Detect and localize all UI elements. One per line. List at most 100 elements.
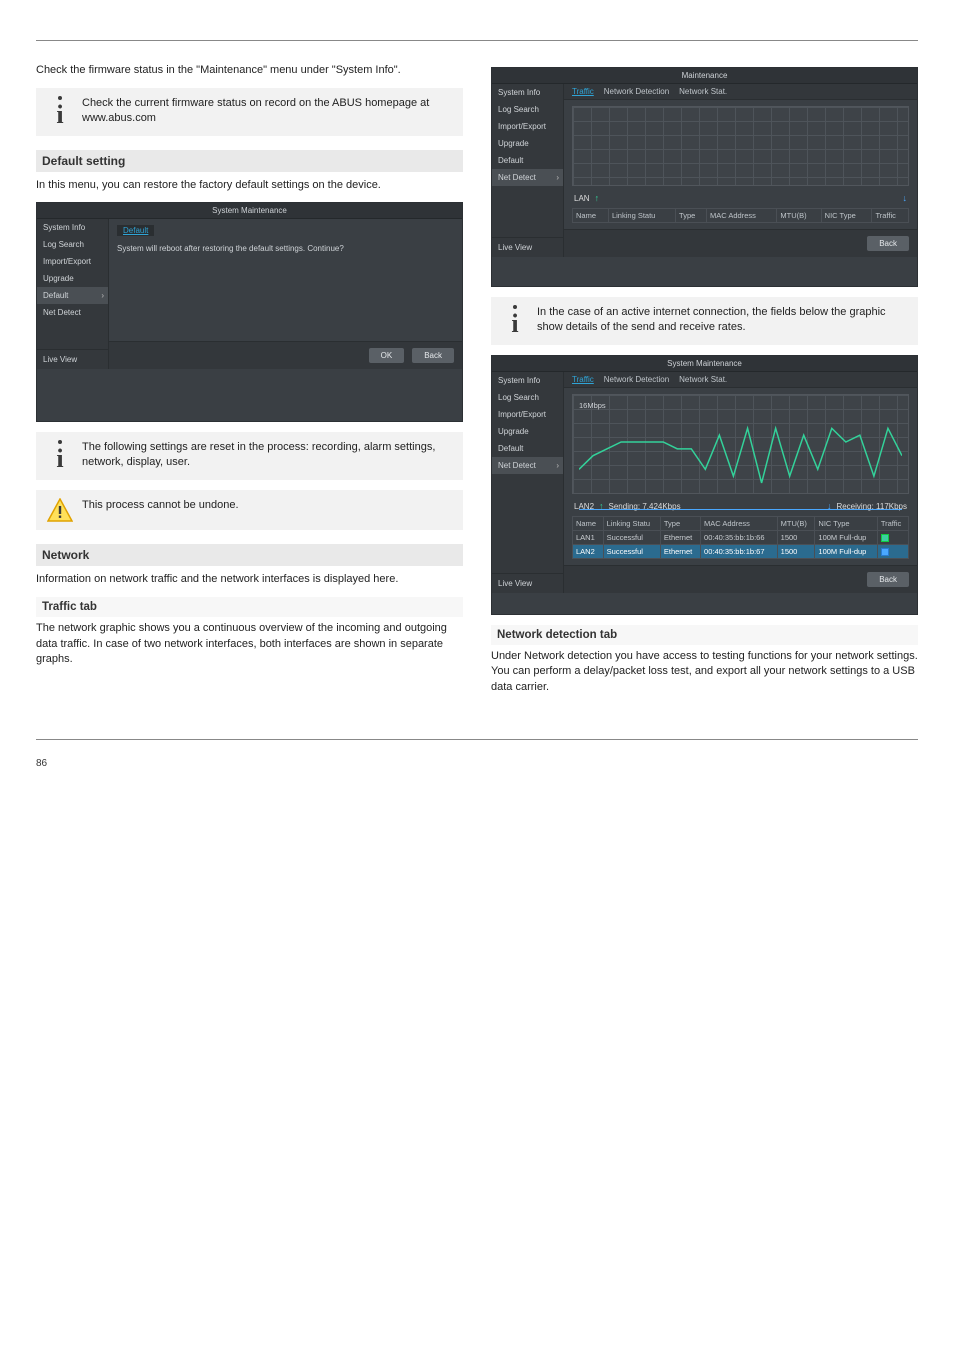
table-row: LAN1 Successful Ethernet 00:40:35:bb:1b:…: [573, 531, 909, 545]
td: LAN2: [573, 545, 604, 559]
sim-back-button: Back: [867, 572, 909, 587]
sim-tabs: Traffic Network Detection Network Stat.: [564, 84, 917, 100]
sidebar-item: Import/Export: [37, 253, 108, 270]
th: NIC Type: [821, 209, 872, 223]
screenshot-traffic-empty: Maintenance System Info Log Search Impor…: [491, 67, 918, 287]
y-axis-label: 16Mbps: [579, 401, 606, 410]
legend-lan-label: LAN: [574, 194, 590, 203]
traffic-chart-empty: [572, 106, 909, 186]
sidebar-item: Upgrade: [492, 135, 563, 152]
sim-confirm-text: System will reboot after restoring the d…: [117, 244, 454, 253]
sidebar-item-active: Net Detect: [492, 169, 563, 186]
legend-sending: Sending: 7,424Kbps: [609, 502, 681, 511]
td: Ethernet: [660, 545, 700, 559]
subsection-traffic-tab: Traffic tab: [36, 597, 463, 617]
traffic-indicator-icon: [881, 548, 889, 556]
sidebar-item: Log Search: [492, 389, 563, 406]
th: Linking Statu: [603, 517, 660, 531]
traffic-table: Name Linking Statu Type MAC Address MTU(…: [572, 208, 909, 223]
tab-network-stat: Network Stat.: [679, 375, 727, 384]
screenshot-default-settings: System Maintenance System Info Log Searc…: [36, 202, 463, 422]
sidebar-live-view: Live View: [492, 573, 563, 593]
sim-sidebar: System Info Log Search Import/Export Upg…: [492, 84, 564, 257]
th: Name: [573, 209, 609, 223]
network-body: Information on network traffic and the n…: [36, 572, 463, 587]
td: [877, 531, 908, 545]
tab-traffic: Traffic: [572, 375, 594, 384]
tab-network-stat: Network Stat.: [679, 87, 727, 96]
warn-text: This process cannot be undone.: [82, 498, 453, 513]
sidebar-item: Default: [492, 440, 563, 457]
subsection-network-detection-tab: Network detection tab: [491, 625, 918, 645]
section-network: Network: [36, 544, 463, 566]
sidebar-live-view: Live View: [37, 349, 108, 369]
note-text: The following settings are reset in the …: [82, 440, 453, 470]
sidebar-item-active: Default: [37, 287, 108, 304]
note-text: In the case of an active internet connec…: [537, 305, 908, 335]
td: 00:40:35:bb:1b:67: [701, 545, 778, 559]
arrow-up-icon: ↑: [595, 193, 600, 203]
arrow-down-icon: ↓: [903, 193, 908, 203]
section-default-settings: Default setting: [36, 150, 463, 172]
td: Successful: [603, 545, 660, 559]
th: MTU(B): [777, 517, 815, 531]
traffic-chart-live: 16Mbps: [572, 394, 909, 494]
legend-receiving: Receiving: 117Kbps: [836, 502, 907, 511]
sidebar-item: Default: [492, 152, 563, 169]
td: Ethernet: [660, 531, 700, 545]
td: 00:40:35:bb:1b:66: [701, 531, 778, 545]
sim-sidebar: System Info Log Search Import/Export Upg…: [37, 219, 109, 369]
network-detection-body: Under Network detection you have access …: [491, 649, 918, 695]
info-icon: i: [56, 440, 63, 472]
td: LAN1: [573, 531, 604, 545]
tab-traffic: Traffic: [572, 87, 594, 96]
table-row: LAN2 Successful Ethernet 00:40:35:bb:1b:…: [573, 545, 909, 559]
traffic-table-live: Name Linking Statu Type MAC Address MTU(…: [572, 516, 909, 559]
sidebar-item: Log Search: [37, 236, 108, 253]
sim-sidebar: System Info Log Search Import/Export Upg…: [492, 372, 564, 593]
td: [877, 545, 908, 559]
sidebar-live-view: Live View: [492, 237, 563, 257]
info-icon: i: [511, 305, 518, 337]
td: 100M Full-dup: [815, 545, 877, 559]
info-icon: i: [56, 96, 63, 128]
th: MAC Address: [707, 209, 777, 223]
sidebar-item: Upgrade: [492, 423, 563, 440]
arrow-up-icon: ↑: [599, 501, 604, 511]
th: MAC Address: [701, 517, 778, 531]
th: MTU(B): [777, 209, 821, 223]
sidebar-item: Log Search: [492, 101, 563, 118]
sim-title: Maintenance: [492, 68, 917, 84]
chart-svg: [579, 401, 902, 510]
th: Linking Statu: [608, 209, 675, 223]
arrow-down-icon: ↓: [827, 501, 832, 511]
sidebar-item: System Info: [492, 372, 563, 389]
sidebar-item: Import/Export: [492, 118, 563, 135]
warning-icon: [47, 498, 73, 522]
th: NIC Type: [815, 517, 877, 531]
th: Traffic: [872, 209, 909, 223]
sim-title: System Maintenance: [37, 203, 462, 219]
traffic-body: The network graphic shows you a continuo…: [36, 621, 463, 667]
sidebar-item: System Info: [492, 84, 563, 101]
sidebar-item: Net Detect: [37, 304, 108, 321]
sim-back-button: Back: [867, 236, 909, 251]
td: 1500: [777, 545, 815, 559]
warn-irreversible: This process cannot be undone.: [36, 490, 463, 530]
sim-tab-default: Default: [117, 225, 154, 236]
note-text: Check the current firmware status on rec…: [82, 96, 453, 126]
note-active-internet: i In the case of an active internet conn…: [491, 297, 918, 345]
tab-network-detection: Network Detection: [604, 87, 669, 96]
screenshot-traffic-live: System Maintenance System Info Log Searc…: [491, 355, 918, 615]
th: Traffic: [877, 517, 908, 531]
sim-title: System Maintenance: [492, 356, 917, 372]
legend-lan-label: LAN2: [574, 502, 594, 511]
footer-page-number: 86: [36, 758, 47, 769]
tab-network-detection: Network Detection: [604, 375, 669, 384]
intro-text: Check the firmware status in the "Mainte…: [36, 63, 463, 78]
note-reset-list: i The following settings are reset in th…: [36, 432, 463, 480]
td: Successful: [603, 531, 660, 545]
th: Type: [660, 517, 700, 531]
sim-ok-button: OK: [369, 348, 405, 363]
th: Type: [676, 209, 707, 223]
